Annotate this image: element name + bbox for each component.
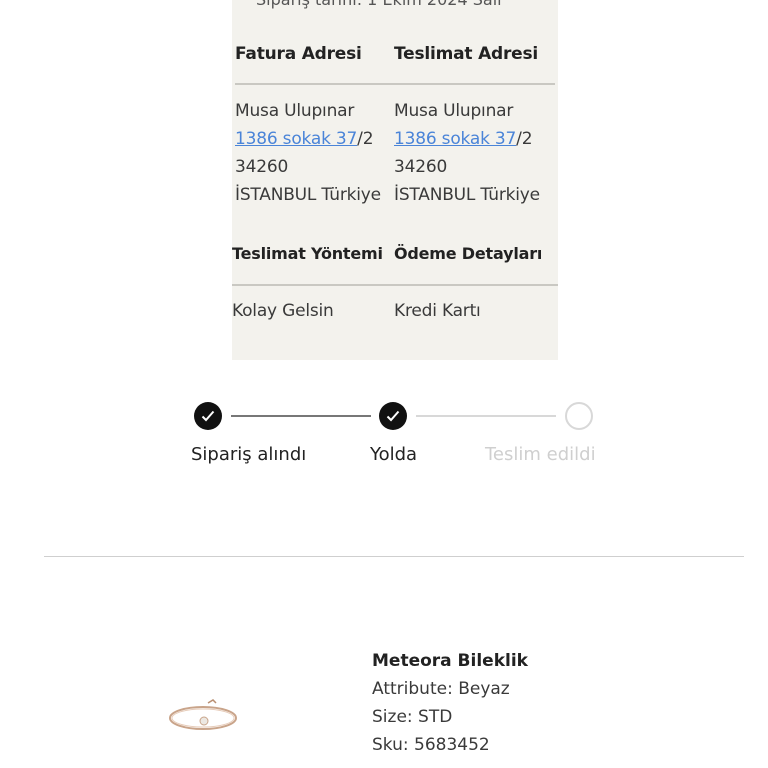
- billing-street-suffix: /2: [357, 129, 374, 149]
- billing-postcode: 34260: [235, 157, 289, 177]
- method-header-divider: [232, 284, 558, 286]
- shipping-address-header: Teslimat Adresi: [394, 44, 539, 64]
- payment-method-value: Kredi Kartı: [394, 301, 481, 321]
- shipping-street-suffix: /2: [516, 129, 533, 149]
- payment-details-header: Ödeme Detayları: [394, 244, 543, 263]
- delivery-method-value: Kolay Gelsin: [232, 301, 334, 321]
- order-date: Sipariş tarihi: 1 Ekim 2024 Salı: [256, 0, 502, 9]
- step-on-the-way-check-icon: [379, 402, 407, 430]
- step-label-on-the-way: Yolda: [370, 444, 418, 465]
- delivery-method-header: Teslimat Yöntemi: [232, 244, 383, 263]
- step-received-check-icon: [194, 402, 222, 430]
- order-summary-panel: Sipariş tarihi: 1 Ekim 2024 Salı Fatura …: [232, 0, 558, 360]
- billing-city-country: İSTANBUL Türkiye: [235, 185, 381, 205]
- shipping-postcode: 34260: [394, 157, 448, 177]
- billing-name: Musa Ulupınar: [235, 101, 355, 121]
- billing-address-header: Fatura Adresi: [235, 44, 362, 64]
- shipping-name: Musa Ulupınar: [394, 101, 514, 121]
- billing-address: Musa Ulupınar 1386 sokak 37/2 34260 İSTA…: [235, 97, 381, 209]
- product-name[interactable]: Meteora Bileklik: [372, 651, 528, 671]
- step-label-received: Sipariş alındı: [191, 444, 307, 465]
- product-attribute: Attribute: Beyaz: [372, 679, 510, 699]
- bracelet-image[interactable]: [166, 694, 244, 738]
- product-size: Size: STD: [372, 707, 453, 727]
- product-sku: Sku: 5683452: [372, 735, 490, 755]
- section-divider: [44, 556, 744, 557]
- address-header-divider: [235, 83, 555, 85]
- shipping-address: Musa Ulupınar 1386 sokak 37/2 34260 İSTA…: [394, 97, 540, 209]
- step-label-delivered: Teslim edildi: [485, 444, 596, 465]
- step-delivered-circle-icon: [565, 402, 593, 430]
- billing-street-link[interactable]: 1386 sokak 37: [235, 129, 357, 149]
- shipping-city-country: İSTANBUL Türkiye: [394, 185, 540, 205]
- progress-line-1: [231, 415, 371, 417]
- shipping-street-link[interactable]: 1386 sokak 37: [394, 129, 516, 149]
- progress-line-2: [416, 415, 556, 417]
